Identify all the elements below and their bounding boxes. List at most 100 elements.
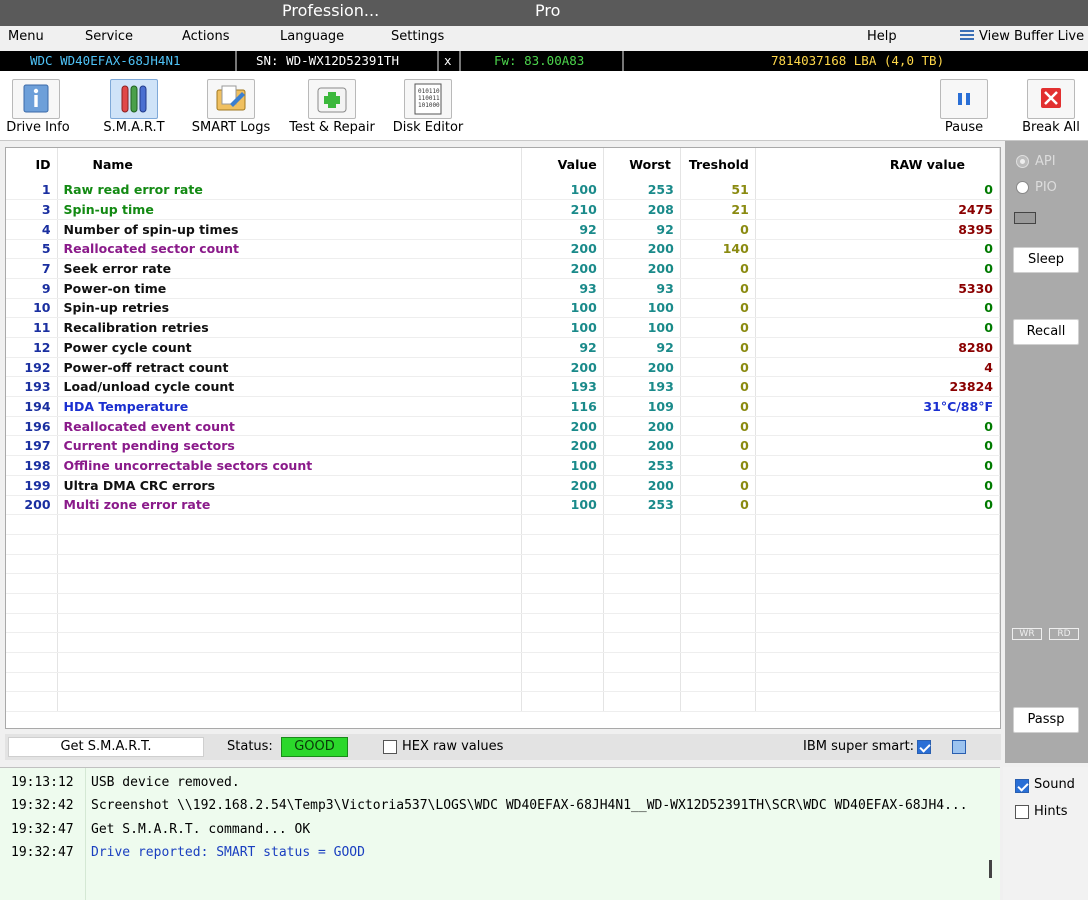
table-row[interactable]: 4 Number of spin-up times 92 92 0 8395 xyxy=(6,219,1001,240)
get-smart-button[interactable]: Get S.M.A.R.T. xyxy=(8,737,204,757)
cell-threshold: 0 xyxy=(680,376,756,398)
table-row[interactable]: 5 Reallocated sector count 200 200 140 0 xyxy=(6,239,1001,260)
cell-value: 200 xyxy=(521,258,604,279)
column-header-worst[interactable]: Worst xyxy=(603,148,681,180)
cell-name xyxy=(57,672,522,693)
cell-value: 100 xyxy=(521,298,604,319)
table-row[interactable]: 12 Power cycle count 92 92 0 8280 xyxy=(6,337,1001,358)
test-repair-button[interactable]: Test & Repair xyxy=(286,71,378,141)
ibm-super-smart-checkbox[interactable] xyxy=(917,740,931,754)
table-row xyxy=(6,514,1001,535)
column-header-id[interactable]: ID xyxy=(6,148,58,180)
column-header-name[interactable]: Name xyxy=(57,148,522,180)
cell-name: HDA Temperature xyxy=(57,396,522,417)
log-message: USB device removed. xyxy=(91,775,240,790)
hex-raw-values-checkbox[interactable] xyxy=(383,740,397,754)
log-scrollbar[interactable] xyxy=(989,860,992,878)
column-header-threshold[interactable]: Treshold xyxy=(680,148,756,180)
table-row[interactable]: 11 Recalibration retries 100 100 0 0 xyxy=(6,317,1001,338)
log-time: 19:32:47 xyxy=(11,822,74,837)
cell-id: 11 xyxy=(6,317,58,338)
menu-item-service[interactable]: Service xyxy=(85,29,133,44)
column-header-value[interactable]: Value xyxy=(521,148,604,180)
cell-value: 210 xyxy=(521,199,604,220)
cell-worst: 253 xyxy=(603,495,681,516)
cell-name: Recalibration retries xyxy=(57,317,522,338)
side-panel: API PIO Sleep Recall WR RD Passp xyxy=(1005,141,1088,763)
disk-editor-button[interactable]: 010110 110011 101000 Disk Editor xyxy=(392,71,464,141)
cell-name: Ultra DMA CRC errors xyxy=(57,475,522,496)
wr-indicator: WR xyxy=(1012,628,1042,640)
table-row[interactable]: 7 Seek error rate 200 200 0 0 xyxy=(6,258,1001,279)
table-row[interactable]: 197 Current pending sectors 200 200 0 0 xyxy=(6,435,1001,457)
cell-worst xyxy=(603,672,681,693)
menu-item-language[interactable]: Language xyxy=(280,29,344,44)
table-row xyxy=(6,534,1001,555)
menu-item-settings[interactable]: Settings xyxy=(391,29,444,44)
cell-value xyxy=(521,514,604,535)
pause-icon xyxy=(940,79,988,119)
cell-worst xyxy=(603,593,681,614)
table-row[interactable]: 10 Spin-up retries 100 100 0 0 xyxy=(6,298,1001,319)
cell-threshold xyxy=(680,613,756,634)
drive-model[interactable]: WDC WD40EFAX-68JH4N1 xyxy=(30,53,181,68)
sound-label: Sound xyxy=(1034,777,1075,792)
cell-raw xyxy=(755,514,1001,535)
cell-raw xyxy=(755,613,1001,634)
cell-worst xyxy=(603,573,681,594)
cell-raw xyxy=(755,691,1001,713)
break-all-button[interactable]: Break All xyxy=(1019,71,1083,141)
drive-close-button[interactable]: x xyxy=(444,53,452,68)
smart-button[interactable]: S.M.A.R.T xyxy=(96,71,172,141)
table-row[interactable]: 199 Ultra DMA CRC errors 200 200 0 0 xyxy=(6,475,1001,496)
cell-raw: 4 xyxy=(755,357,1001,378)
cell-raw xyxy=(755,554,1001,575)
cell-raw xyxy=(755,672,1001,693)
menu-item-actions[interactable]: Actions xyxy=(182,29,230,44)
cell-raw: 0 xyxy=(755,455,1001,476)
cell-threshold xyxy=(680,534,756,555)
table-row[interactable]: 9 Power-on time 93 93 0 5330 xyxy=(6,278,1001,299)
cell-value: 116 xyxy=(521,396,604,417)
menu-item-help[interactable]: Help xyxy=(867,29,897,44)
cell-raw xyxy=(755,573,1001,594)
test-repair-label: Test & Repair xyxy=(289,120,375,135)
cell-threshold xyxy=(680,573,756,594)
cell-threshold: 0 xyxy=(680,317,756,338)
table-row[interactable]: 192 Power-off retract count 200 200 0 4 xyxy=(6,357,1001,378)
cell-id: 192 xyxy=(6,357,58,378)
cell-name: Raw read error rate xyxy=(57,180,522,201)
cell-threshold: 21 xyxy=(680,199,756,220)
cell-worst xyxy=(603,534,681,555)
cell-raw: 0 xyxy=(755,258,1001,279)
menu-item-menu[interactable]: Menu xyxy=(8,29,44,44)
pause-button[interactable]: Pause xyxy=(939,71,989,141)
sound-checkbox[interactable] xyxy=(1015,779,1029,793)
cell-threshold: 140 xyxy=(680,239,756,260)
cell-value: 100 xyxy=(521,455,604,476)
recall-button[interactable]: Recall xyxy=(1013,319,1079,345)
table-row[interactable]: 1 Raw read error rate 100 253 51 0 xyxy=(6,180,1001,201)
cell-threshold: 0 xyxy=(680,298,756,319)
table-row[interactable]: 200 Multi zone error rate 100 253 0 0 xyxy=(6,495,1001,516)
passp-button[interactable]: Passp xyxy=(1013,707,1079,733)
pio-radio[interactable] xyxy=(1016,181,1029,194)
smart-logs-button[interactable]: SMART Logs xyxy=(188,71,274,141)
column-header-raw[interactable]: RAW value xyxy=(755,148,1001,180)
table-row[interactable]: 194 HDA Temperature 116 109 0 31°C/88°F xyxy=(6,396,1001,417)
drive-info-button[interactable]: Drive Info xyxy=(0,71,76,141)
table-row[interactable]: 196 Reallocated event count 200 200 0 0 xyxy=(6,416,1001,437)
cell-raw xyxy=(755,534,1001,555)
pause-label: Pause xyxy=(944,120,984,135)
cell-id: 200 xyxy=(6,495,58,516)
log-message: Screenshot \\192.168.2.54\Temp3\Victoria… xyxy=(91,798,968,813)
sleep-button[interactable]: Sleep xyxy=(1013,247,1079,273)
view-buffer-live-button[interactable]: View Buffer Live xyxy=(960,29,1084,44)
hints-checkbox[interactable] xyxy=(1015,805,1029,819)
api-radio[interactable] xyxy=(1016,155,1029,168)
cell-name: Multi zone error rate xyxy=(57,495,522,516)
table-row[interactable]: 193 Load/unload cycle count 193 193 0 23824 xyxy=(6,376,1001,398)
cell-value xyxy=(521,632,604,653)
table-row[interactable]: 198 Offline uncorrectable sectors count 10… xyxy=(6,455,1001,476)
table-row[interactable]: 3 Spin-up time 210 208 21 2475 xyxy=(6,199,1001,220)
